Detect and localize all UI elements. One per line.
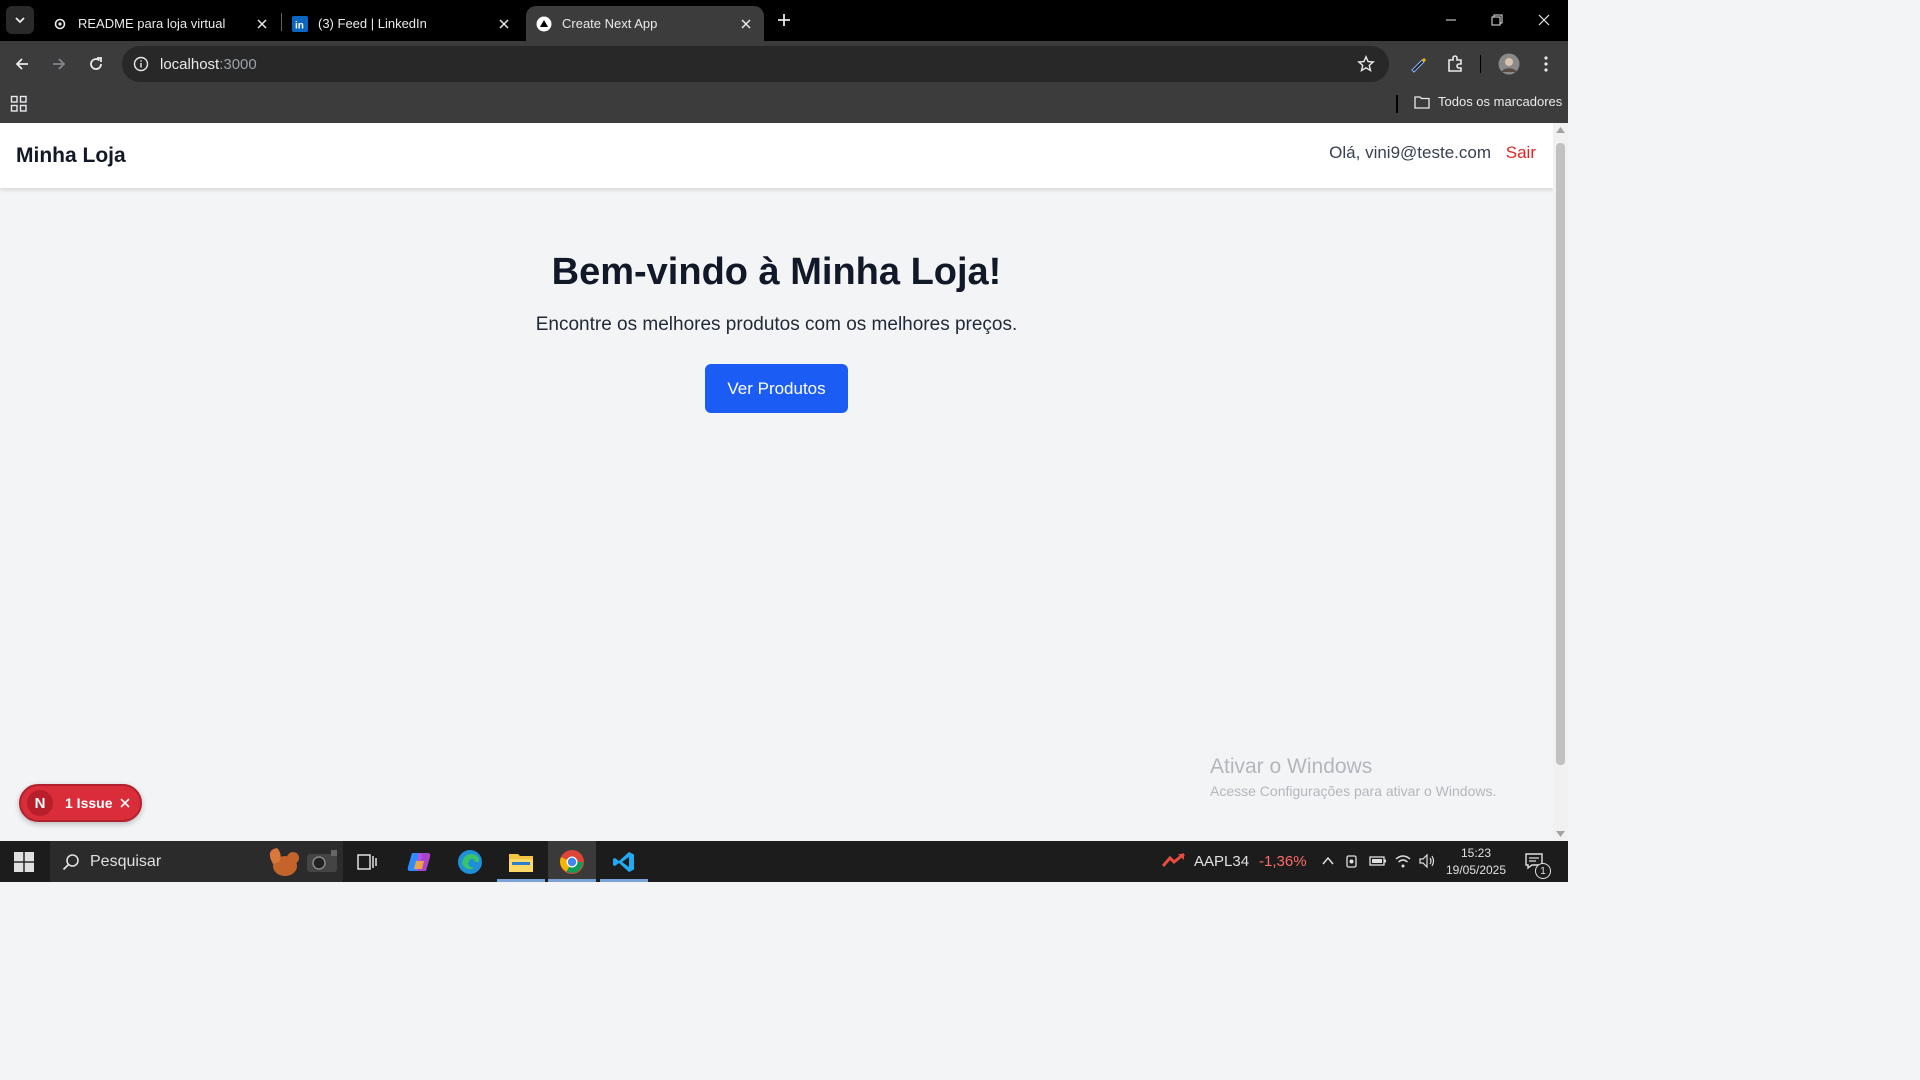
logout-link[interactable]: Sair [1506,143,1536,163]
close-icon[interactable] [738,16,754,32]
search-icon [62,853,80,871]
address-bar[interactable]: localhost:3000 [122,46,1389,82]
restore-icon [1491,14,1503,26]
stock-symbol: AAPL34 [1194,852,1250,870]
stock-trend-icon [1162,852,1185,867]
site-header: Minha Loja Olá, vini9@teste.com Sair [0,123,1553,188]
browser-tab-bar: README para loja virtual in (3) Feed | L… [0,0,1568,41]
watermark-title: Ativar o Windows [1210,755,1373,778]
nextjs-favicon-icon [536,16,552,32]
close-icon[interactable] [254,16,270,32]
nextjs-dev-issues-indicator[interactable]: N 1 Issue [19,784,142,822]
url-text[interactable]: localhost:3000 [160,56,257,73]
tab-title: README para loja virtual [78,16,226,31]
chevron-up-icon[interactable] [1320,853,1336,869]
running-indicator [548,879,596,882]
chrome-browser-icon[interactable] [548,841,596,882]
page-viewport: Minha Loja Olá, vini9@teste.com Sair Bem… [0,123,1553,841]
volume-icon[interactable] [1418,853,1436,869]
scroll-down-arrow-icon [1556,831,1565,837]
close-icon [1538,14,1550,26]
hero-title: Bem-vindo à Minha Loja! [551,251,1002,293]
minimize-button[interactable] [1428,0,1474,40]
all-bookmarks-button[interactable]: Todos os marcadores [1414,94,1562,109]
toolbar-divider [1480,55,1481,73]
back-button[interactable] [10,52,34,76]
system-clock[interactable]: 15:23 19/05/2025 [1440,845,1512,879]
issue-count-label[interactable]: 1 Issue [65,795,112,811]
all-bookmarks-label: Todos os marcadores [1438,94,1563,109]
scroll-up-arrow-icon [1556,127,1565,133]
stock-ticker-widget[interactable]: AAPL34 -1,36% [1162,852,1307,870]
view-products-button[interactable]: Ver Produtos [705,364,848,413]
hero-subtitle: Encontre os melhores produtos com os mel… [535,314,1018,335]
kebab-menu-icon[interactable] [1534,52,1558,76]
chevron-down-icon [15,17,25,24]
task-view-icon[interactable] [343,841,391,882]
forward-button[interactable] [47,52,71,76]
restore-button[interactable] [1474,0,1520,40]
stock-change: -1,36% [1259,852,1307,870]
watermark-subtitle: Acesse Configurações para ativar o Windo… [1210,783,1497,799]
user-greeting: Olá, vini9@teste.com [1329,143,1491,162]
close-icon[interactable] [120,798,131,808]
tab-create-next-app[interactable]: Create Next App [526,6,764,41]
wifi-icon[interactable] [1394,853,1412,869]
windows-activation-watermark: Ativar o Windows Acesse Configurações pa… [1210,755,1496,799]
squirrel-highlight-icon [263,844,341,880]
tab-title: Create Next App [562,16,658,31]
browser-toolbar: localhost:3000 [0,41,1568,87]
nextjs-logo-badge[interactable]: N [27,790,53,816]
profile-avatar[interactable] [1497,52,1521,76]
arrow-left-icon [15,58,28,70]
file-explorer-icon[interactable] [497,841,545,882]
bookmark-star-icon[interactable] [1357,55,1375,73]
linkedin-favicon-icon: in [292,15,308,32]
page-scrollbar[interactable] [1553,123,1568,841]
vscode-icon[interactable] [600,841,648,882]
reload-icon [90,57,102,70]
pen-extension-icon[interactable] [1406,52,1430,76]
tab-readme[interactable]: README para loja virtual [42,6,280,41]
running-indicator [497,879,545,882]
arrow-right-icon [53,58,66,70]
edge-browser-icon[interactable] [446,841,494,882]
bookmarks-divider [1396,95,1398,113]
close-icon[interactable] [496,16,512,32]
apps-grid-icon[interactable] [10,95,28,113]
clock-time: 15:23 [1460,846,1492,860]
folder-icon [1414,95,1430,109]
minimize-icon [1446,19,1456,21]
meet-now-icon[interactable] [1345,853,1361,869]
new-tab-button[interactable] [772,8,796,32]
plus-icon [778,14,790,26]
tab-search-button[interactable] [6,6,34,34]
clock-date: 19/05/2025 [1445,863,1507,877]
svg-text:in: in [295,20,304,31]
gear-favicon-icon [52,16,68,32]
bookmarks-bar: Todos os marcadores [0,87,1568,123]
copilot-icon[interactable] [395,841,443,882]
taskbar-search-box[interactable]: Pesquisar [50,841,343,882]
windows-start-icon[interactable] [14,852,34,872]
running-indicator [600,879,648,882]
close-window-button[interactable] [1521,0,1567,40]
reload-button[interactable] [84,52,108,76]
site-brand[interactable]: Minha Loja [16,144,126,168]
site-info-icon[interactable] [132,55,150,73]
search-placeholder: Pesquisar [90,852,162,870]
tab-linkedin[interactable]: in (3) Feed | LinkedIn [282,6,522,41]
notification-count-badge: 1 [1535,863,1551,879]
tab-title: (3) Feed | LinkedIn [318,16,427,31]
extensions-puzzle-icon[interactable] [1443,52,1467,76]
scrollbar-thumb[interactable] [1556,143,1565,765]
battery-icon[interactable] [1369,853,1387,869]
windows-taskbar: Pesquisar AAPL34 -1,36% 15:23 19/05/2025… [0,841,1568,882]
